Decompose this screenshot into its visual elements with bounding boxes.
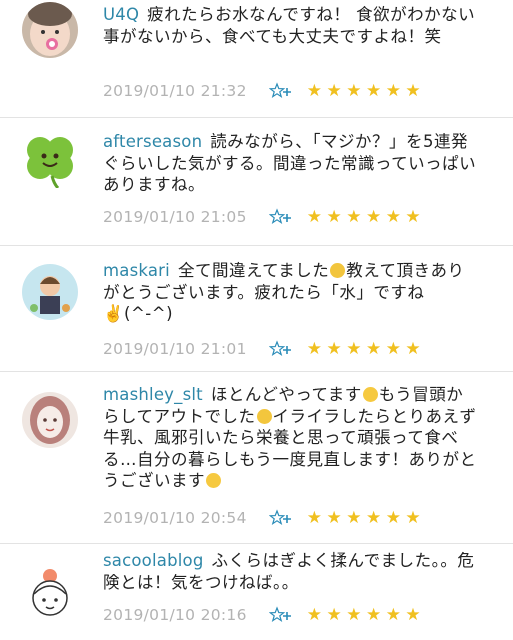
star-rating: ★★★★★★ <box>306 508 426 528</box>
comment-body: U4Q 疲れたらお水なんですね！ 食欲がわかない事がないから、食べても大丈夫ですよ… <box>103 4 477 47</box>
comment-meta: 2019/01/10 20:54 ★★★★★★ <box>103 507 425 529</box>
username-link[interactable]: afterseason <box>103 132 202 151</box>
comment-content: ほとんどやってます <box>210 385 362 404</box>
grinning-face-emoji <box>362 387 378 402</box>
comment-meta: 2019/01/10 20:16 ★★★★★★ <box>103 604 425 626</box>
comment-item: afterseason 読みながら、「マジか？」を5連発ぐらいした気がする。間違っ… <box>0 118 513 246</box>
comment-body: maskari 全て間違えてました 教えて頂きありがとうございます。疲れたら「水」で… <box>103 260 477 325</box>
cartoon-girl-avatar <box>22 564 78 620</box>
add-star-icon[interactable] <box>268 208 293 226</box>
comment-meta: 2019/01/10 21:05 ★★★★★★ <box>103 206 425 228</box>
comment-text: sacoolablog ふくらはぎよく揉んでました。。危険とは！気をつけねば。。 <box>103 550 477 593</box>
comment-list: U4Q 疲れたらお水なんですね！ 食欲がわかない事がないから、食べても大丈夫ですよ… <box>0 0 513 640</box>
timestamp[interactable]: 2019/01/10 21:32 <box>103 82 247 100</box>
crying-face-emoji <box>330 263 346 278</box>
comment-text: U4Q 疲れたらお水なんですね！ 食欲がわかない事がないから、食べても大丈夫ですよ… <box>103 4 477 47</box>
add-star-icon[interactable] <box>268 606 293 624</box>
star-rating: ★★★★★★ <box>306 605 426 625</box>
comment-item: maskari 全て間違えてました 教えて頂きありがとうございます。疲れたら「水」で… <box>0 246 513 372</box>
illustrated-woman-avatar <box>22 392 78 448</box>
star-rating: ★★★★★★ <box>306 81 426 101</box>
username-link[interactable]: sacoolablog <box>103 551 204 570</box>
screaming-face-emoji <box>256 408 272 424</box>
avatar[interactable] <box>22 2 78 58</box>
comment-content: 全て間違えてました <box>177 261 330 280</box>
timestamp[interactable]: 2019/01/10 21:05 <box>103 208 247 226</box>
comment-body: sacoolablog ふくらはぎよく揉んでました。。危険とは！気をつけねば。。 <box>103 550 477 593</box>
comment-item: U4Q 疲れたらお水なんですね！ 食欲がわかない事がないから、食べても大丈夫ですよ… <box>0 0 513 118</box>
star-rating: ★★★★★★ <box>306 207 426 227</box>
avatar[interactable] <box>22 132 78 188</box>
comment-meta: 2019/01/10 21:32 ★★★★★★ <box>103 80 425 102</box>
comment-meta: 2019/01/10 21:01 ★★★★★★ <box>103 338 425 360</box>
comment-content: 疲れたらお水なんですね！ 食欲がわかない事がないから、食べても大丈夫ですよね！笑 <box>103 5 476 46</box>
comment-text: maskari 全て間違えてました 教えて頂きありがとうございます。疲れたら「水」で… <box>103 260 477 325</box>
avatar[interactable] <box>22 564 78 620</box>
username-link[interactable]: mashley_slt <box>103 385 203 404</box>
star-rating: ★★★★★★ <box>306 339 426 359</box>
timestamp[interactable]: 2019/01/10 21:01 <box>103 340 247 358</box>
comment-body: mashley_slt ほとんどやってます もう冒頭からしてアウトでした イライラした… <box>103 384 477 492</box>
username-link[interactable]: maskari <box>103 261 170 280</box>
smiling-face-emoji <box>206 473 221 488</box>
avatar[interactable] <box>22 264 78 320</box>
comment-text: mashley_slt ほとんどやってます もう冒頭からしてアウトでした イライラした… <box>103 384 477 492</box>
comment-item: mashley_slt ほとんどやってます もう冒頭からしてアウトでした イライラした… <box>0 372 513 544</box>
comment-item: sacoolablog ふくらはぎよく揉んでました。。危険とは！気をつけねば。。 … <box>0 544 513 640</box>
timestamp[interactable]: 2019/01/10 20:54 <box>103 509 247 527</box>
baby-photo-avatar <box>22 2 78 58</box>
timestamp[interactable]: 2019/01/10 20:16 <box>103 606 247 624</box>
add-star-icon[interactable] <box>268 82 293 100</box>
comment-body: afterseason 読みながら、「マジか？」を5連発ぐらいした気がする。間違っ… <box>103 131 477 196</box>
comment-text: afterseason 読みながら、「マジか？」を5連発ぐらいした気がする。間違っ… <box>103 131 477 196</box>
clover-face-avatar <box>27 137 73 188</box>
username-link[interactable]: U4Q <box>103 5 139 24</box>
comment-content: ✌️(^-^) <box>103 304 174 323</box>
add-star-icon[interactable] <box>268 509 293 527</box>
add-star-icon[interactable] <box>268 340 293 358</box>
avatar[interactable] <box>22 392 78 448</box>
character-avatar <box>22 264 78 320</box>
